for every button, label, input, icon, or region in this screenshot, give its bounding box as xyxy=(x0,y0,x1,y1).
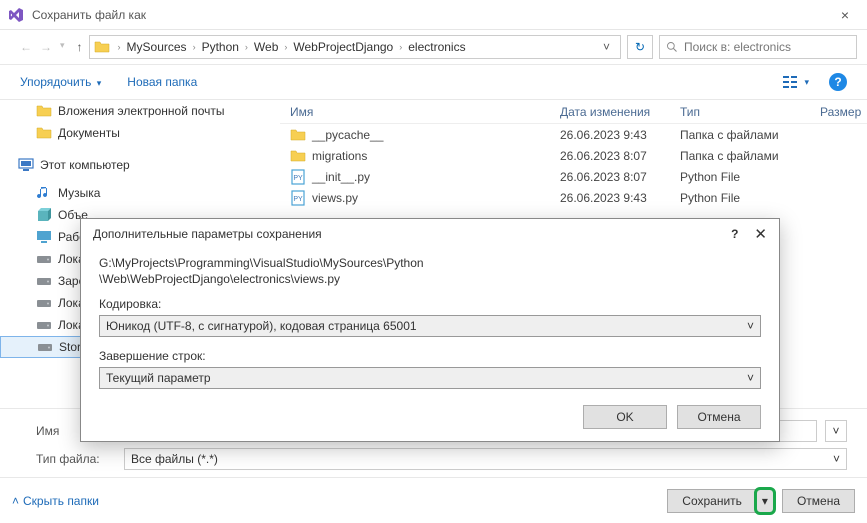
nav-forward-button: → xyxy=(40,40,52,54)
hide-folders-link[interactable]: ˄ Скрыть папки xyxy=(12,494,99,508)
cancel-button[interactable]: Отмена xyxy=(782,489,855,513)
vs-icon xyxy=(8,7,24,23)
python-file-icon: PY xyxy=(290,169,306,185)
breadcrumb[interactable]: › MySources › Python › Web › WebProjectD… xyxy=(89,35,621,59)
file-path: G:\MyProjects\Programming\VisualStudio\M… xyxy=(99,255,761,287)
sidebar-item[interactable]: Вложения электронной почты xyxy=(0,100,280,122)
drive-icon xyxy=(36,273,52,289)
column-header-date[interactable]: Дата изменения xyxy=(550,105,670,119)
folder-icon xyxy=(94,39,110,55)
folder-icon xyxy=(290,148,306,164)
dialog-help-button[interactable]: ? xyxy=(731,227,738,241)
dialog-close-button[interactable]: ✕ xyxy=(754,225,767,243)
drive-icon xyxy=(36,251,52,267)
help-button[interactable]: ? xyxy=(829,73,847,91)
dialog-title: Дополнительные параметры сохранения xyxy=(93,227,731,241)
chevron-down-icon: ˅ xyxy=(747,371,754,385)
python-file-icon: PY xyxy=(290,190,306,206)
file-name: views.py xyxy=(312,191,358,205)
sidebar-item[interactable]: Документы xyxy=(0,122,280,144)
chevron-down-icon: ˅ xyxy=(833,452,840,466)
column-header-size[interactable]: Размер xyxy=(810,105,867,119)
drive-icon xyxy=(36,317,52,333)
music-icon xyxy=(36,185,52,201)
file-type: Python File xyxy=(670,170,810,184)
sidebar-item-label: Этот компьютер xyxy=(40,158,130,172)
folder-icon xyxy=(36,125,52,141)
file-date: 26.06.2023 8:07 xyxy=(550,149,670,163)
column-header-type[interactable]: Тип xyxy=(670,105,810,119)
sidebar-item-music[interactable]: Музыка xyxy=(0,182,280,204)
nav-up-button[interactable]: ↑ xyxy=(77,40,83,54)
breadcrumb-sep: › xyxy=(118,42,121,52)
cube-icon xyxy=(36,207,52,223)
file-type: Папка с файлами xyxy=(670,149,810,163)
file-date: 26.06.2023 9:43 xyxy=(550,128,670,142)
sidebar-item-label: Документы xyxy=(58,126,120,140)
folder-icon xyxy=(36,103,52,119)
breadcrumb-caret[interactable]: ˅ xyxy=(597,40,616,54)
file-row[interactable]: migrations 26.06.2023 8:07Папка с файлами xyxy=(280,145,867,166)
file-name: migrations xyxy=(312,149,367,163)
chevron-up-icon: ˄ xyxy=(12,494,19,508)
breadcrumb-item[interactable]: MySources xyxy=(125,40,189,54)
drive-icon xyxy=(37,339,53,355)
sidebar-item-label: Музыка xyxy=(58,186,100,200)
file-row[interactable]: PY views.py 26.06.2023 9:43Python File xyxy=(280,187,867,208)
refresh-button[interactable]: ↻ xyxy=(627,35,653,59)
sidebar-item-this-pc[interactable]: Этот компьютер xyxy=(0,154,280,176)
line-ending-label: Завершение строк: xyxy=(99,349,761,363)
column-header-name[interactable]: Имя xyxy=(280,105,550,119)
nav-back-button: ← xyxy=(20,40,32,54)
folder-icon xyxy=(290,127,306,143)
save-button[interactable]: Сохранить xyxy=(667,489,757,513)
ok-button[interactable]: OK xyxy=(583,405,667,429)
organize-menu[interactable]: Упорядочить ▾ xyxy=(20,75,101,89)
breadcrumb-item[interactable]: WebProjectDjango xyxy=(291,40,395,54)
view-menu[interactable]: ▾ xyxy=(783,75,809,89)
breadcrumb-item[interactable]: Python xyxy=(200,40,241,54)
file-name: __pycache__ xyxy=(312,128,383,142)
computer-icon xyxy=(18,157,34,173)
save-dropdown-button[interactable]: ▾ xyxy=(756,489,774,513)
chevron-down-icon: ▾ xyxy=(762,494,768,508)
drive-icon xyxy=(36,295,52,311)
file-type: Папка с файлами xyxy=(670,128,810,142)
line-ending-select[interactable]: Текущий параметр ˅ xyxy=(99,367,761,389)
new-folder-button[interactable]: Новая папка xyxy=(127,75,197,89)
file-date: 26.06.2023 8:07 xyxy=(550,170,670,184)
filename-history-button[interactable]: ˅ xyxy=(825,420,847,442)
desktop-icon xyxy=(36,229,52,245)
search-icon xyxy=(666,41,678,53)
file-name: __init__.py xyxy=(312,170,370,184)
search-placeholder: Поиск в: electronics xyxy=(684,40,791,54)
file-date: 26.06.2023 9:43 xyxy=(550,191,670,205)
chevron-down-icon: ˅ xyxy=(747,319,754,333)
search-input[interactable]: Поиск в: electronics xyxy=(659,35,857,59)
encoding-label: Кодировка: xyxy=(99,297,761,311)
filetype-select[interactable]: Все файлы (*.*) ˅ xyxy=(124,448,847,470)
encoding-select[interactable]: Юникод (UTF-8, с сигнатурой), кодовая ст… xyxy=(99,315,761,337)
advanced-save-dialog: Дополнительные параметры сохранения ? ✕ … xyxy=(80,218,780,442)
file-type: Python File xyxy=(670,191,810,205)
breadcrumb-item[interactable]: Web xyxy=(252,40,280,54)
file-row[interactable]: __pycache__ 26.06.2023 9:43Папка с файлам… xyxy=(280,124,867,145)
dialog-cancel-button[interactable]: Отмена xyxy=(677,405,761,429)
window-title: Сохранить файл как xyxy=(32,8,831,22)
svg-text:PY: PY xyxy=(293,175,303,182)
file-row[interactable]: PY __init__.py 26.06.2023 8:07Python File xyxy=(280,166,867,187)
window-close-button[interactable]: × xyxy=(831,7,859,23)
sidebar-item-label: Вложения электронной почты xyxy=(58,104,225,118)
filetype-label: Тип файла: xyxy=(36,452,116,466)
breadcrumb-item[interactable]: electronics xyxy=(406,40,467,54)
svg-text:PY: PY xyxy=(293,196,303,203)
